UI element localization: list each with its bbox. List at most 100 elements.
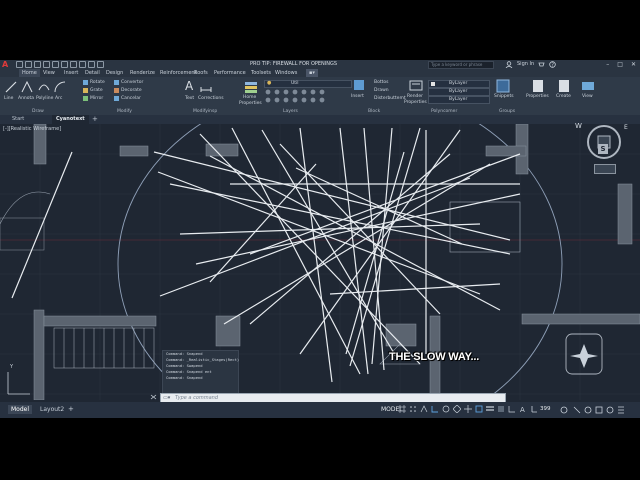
maximize-button[interactable]: □ bbox=[617, 60, 623, 69]
text-icon[interactable]: A bbox=[185, 79, 193, 93]
tab-windows[interactable]: Windows bbox=[275, 69, 297, 77]
navcube-west-label[interactable]: W bbox=[575, 122, 582, 130]
otrack-icon[interactable] bbox=[464, 405, 472, 413]
tab-detail[interactable]: Detail bbox=[85, 69, 100, 77]
tab-design[interactable]: Design bbox=[106, 69, 123, 77]
tab-performance[interactable]: Performance bbox=[214, 69, 246, 77]
grate-tool[interactable]: Convertor bbox=[121, 80, 143, 85]
text-tool-label[interactable]: Text bbox=[185, 96, 194, 101]
arc-tool-label[interactable]: Arc bbox=[55, 96, 62, 101]
undo-icon[interactable] bbox=[61, 61, 68, 68]
layers-group-label[interactable]: Layers bbox=[283, 109, 298, 114]
rotate-tool[interactable]: Rotate bbox=[90, 80, 105, 85]
tab-view[interactable]: View bbox=[43, 69, 55, 77]
annotation-scale[interactable]: 399 bbox=[540, 405, 551, 414]
properties-tool-label[interactable]: Properties bbox=[404, 100, 427, 105]
snippets-icon[interactable] bbox=[496, 79, 510, 93]
workspace-icon[interactable] bbox=[97, 61, 104, 68]
minimize-button[interactable]: – bbox=[606, 60, 609, 69]
saveas-icon[interactable] bbox=[43, 61, 50, 68]
command-close-icon[interactable] bbox=[150, 394, 157, 400]
tab-reinforcement[interactable]: Reinforcement bbox=[160, 69, 197, 77]
layout-tab[interactable]: Layout2 bbox=[40, 405, 64, 414]
render-tool-label[interactable]: Render bbox=[407, 94, 423, 99]
polar-icon[interactable] bbox=[442, 405, 450, 413]
signin-label[interactable]: Sign In bbox=[517, 60, 534, 69]
annotation-icon[interactable]: A bbox=[519, 405, 527, 413]
navcube-wcs-menu[interactable] bbox=[594, 164, 616, 174]
create-label[interactable]: Create bbox=[556, 94, 571, 99]
infer-icon[interactable] bbox=[420, 405, 428, 413]
transparency-icon[interactable] bbox=[497, 405, 505, 413]
arc-icon[interactable] bbox=[53, 80, 67, 94]
share2-icon[interactable] bbox=[88, 61, 95, 68]
tab-renderize[interactable]: Renderize bbox=[130, 69, 155, 77]
view-label[interactable]: View bbox=[582, 94, 593, 99]
help-icon[interactable]: ? bbox=[549, 61, 556, 68]
convertor-tool[interactable]: Grate bbox=[90, 88, 103, 93]
tab-toolsets[interactable]: Toolsets bbox=[251, 69, 271, 77]
viewport-controls[interactable]: [-][Realistic Wireframe] bbox=[3, 126, 61, 132]
color-dropdown[interactable]: ByLayer bbox=[428, 80, 490, 88]
match-properties-icon[interactable] bbox=[409, 80, 423, 92]
cart-icon[interactable] bbox=[538, 61, 545, 68]
command-input[interactable]: Type a command bbox=[175, 394, 218, 402]
insert-block-icon[interactable] bbox=[353, 79, 365, 91]
selection-cycle-icon[interactable] bbox=[508, 405, 516, 413]
properties-panel-label[interactable]: Properties bbox=[526, 94, 549, 99]
groups-group-label[interactable]: Groups bbox=[499, 109, 515, 114]
snap-icon[interactable] bbox=[409, 405, 417, 413]
block-disterbuttemt[interactable]: Disterbuttemt bbox=[374, 96, 406, 101]
properties-panel-icon[interactable] bbox=[531, 79, 545, 93]
layer-properties-label[interactable]: Properties bbox=[239, 101, 262, 106]
dimension-icon[interactable] bbox=[200, 80, 212, 92]
close-button[interactable]: ✕ bbox=[631, 60, 636, 69]
line-tool-label[interactable]: Line bbox=[4, 96, 13, 101]
open-icon[interactable] bbox=[25, 61, 32, 68]
properties-group-label[interactable]: Polyncomer bbox=[431, 109, 457, 114]
tab-drawing[interactable]: Cyanotext bbox=[52, 115, 89, 124]
mirror-tool[interactable]: Mirror bbox=[90, 96, 103, 101]
model-tab[interactable]: Model bbox=[8, 405, 33, 414]
osnap-icon[interactable] bbox=[475, 405, 483, 413]
block-drawn[interactable]: Drawn bbox=[374, 88, 389, 93]
new-tab-button[interactable]: + bbox=[92, 115, 98, 124]
linetype-dropdown[interactable]: ByLayer bbox=[428, 96, 490, 104]
signin-area[interactable]: Sign In ? bbox=[505, 60, 556, 69]
grid-icon[interactable] bbox=[398, 405, 406, 413]
add-layout-button[interactable]: + bbox=[68, 405, 74, 414]
polyline-tool-label[interactable]: Polyline bbox=[36, 96, 53, 101]
tab-start[interactable]: Start bbox=[8, 115, 28, 124]
view-icon[interactable] bbox=[581, 79, 595, 93]
drawing-canvas[interactable]: Y bbox=[0, 124, 640, 400]
status-right-icons[interactable] bbox=[560, 405, 636, 415]
lineweight-icon[interactable] bbox=[486, 405, 494, 413]
layer-tool-icons[interactable] bbox=[264, 88, 354, 106]
search-input[interactable]: Type a keyword or phrase bbox=[428, 61, 494, 69]
draw-group-label[interactable]: Draw bbox=[32, 109, 44, 114]
tab-more-icon[interactable]: ▪▾ bbox=[306, 69, 318, 77]
ucs-toggle-icon[interactable] bbox=[530, 405, 538, 413]
navcube-east-label[interactable]: E bbox=[624, 124, 628, 131]
annota-icon[interactable] bbox=[20, 80, 34, 94]
layer-dropdown[interactable]: ● Util bbox=[264, 80, 352, 88]
line-icon[interactable] bbox=[4, 80, 18, 94]
new-icon[interactable] bbox=[16, 61, 23, 68]
create-icon[interactable] bbox=[557, 79, 571, 93]
lineweight-dropdown[interactable]: ByLayer bbox=[428, 88, 490, 96]
tab-home[interactable]: Home bbox=[19, 69, 40, 77]
app-logo[interactable]: A bbox=[2, 60, 12, 69]
navcube[interactable]: W E S bbox=[574, 120, 630, 180]
decorate-tool[interactable]: Decorate bbox=[121, 88, 142, 93]
annota-tool-label[interactable]: Annota bbox=[18, 96, 34, 101]
tab-roofs[interactable]: Roofs bbox=[194, 69, 208, 77]
block-bottos[interactable]: Bottos bbox=[374, 80, 388, 85]
navcube-south-label[interactable]: S bbox=[598, 144, 608, 154]
print-icon[interactable] bbox=[52, 61, 59, 68]
tab-insert[interactable]: Insert bbox=[64, 69, 78, 77]
snippets-label[interactable]: Snippets bbox=[494, 94, 514, 99]
modify-group-label[interactable]: Modify bbox=[117, 109, 132, 114]
cancelar-tool[interactable]: Cancelar bbox=[121, 96, 141, 101]
ortho-icon[interactable] bbox=[431, 405, 439, 413]
insert-tool-label[interactable]: Insert bbox=[351, 94, 364, 99]
